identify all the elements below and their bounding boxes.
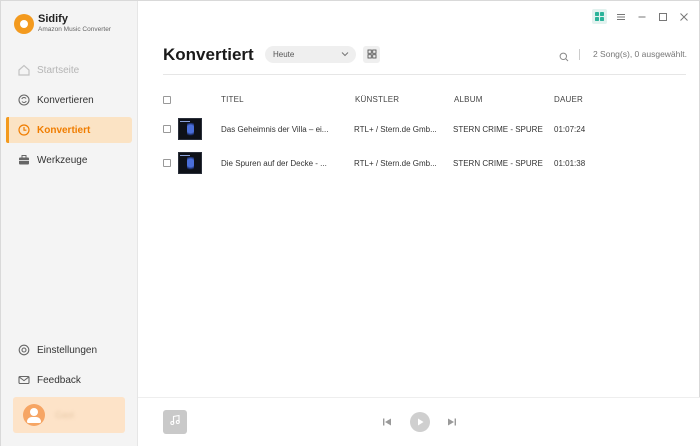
app-subtitle: Amazon Music Converter — [38, 26, 111, 34]
sidebar-item-konvertiert[interactable]: Konvertiert — [6, 117, 132, 143]
sidebar-item-label: Startseite — [37, 64, 80, 76]
sidebar-item-label: Konvertiert — [37, 124, 91, 136]
user-name: Gast — [55, 410, 75, 420]
window-controls — [592, 9, 691, 24]
convert-icon — [18, 94, 30, 106]
sidebar-item-label: Feedback — [37, 374, 81, 386]
chevron-down-icon — [341, 50, 349, 60]
next-track-icon[interactable] — [447, 417, 457, 427]
track-artist: RTL+ / Stern.de Gmb... — [354, 125, 437, 134]
track-album: STERN CRIME - SPURE... — [453, 159, 543, 168]
app-window: Sidify Amazon Music Converter Startseite… — [0, 0, 700, 446]
player-bar — [138, 397, 700, 446]
row-checkbox[interactable] — [163, 125, 171, 133]
track-album: STERN CRIME - SPURE... — [453, 125, 543, 134]
mail-icon — [18, 374, 30, 386]
track-duration: 01:07:24 — [554, 125, 586, 134]
search-icon[interactable] — [559, 49, 569, 67]
date-filter-value: Heute — [273, 50, 295, 59]
close-icon[interactable] — [676, 9, 691, 24]
track-title: Die Spuren auf der Decke - ... — [221, 159, 327, 168]
column-header-duration[interactable]: DAUER — [554, 95, 583, 104]
grid-icon — [367, 46, 377, 64]
minimize-icon[interactable] — [634, 9, 649, 24]
row-checkbox[interactable] — [163, 159, 171, 167]
maximize-icon[interactable] — [655, 9, 670, 24]
menu-icon[interactable] — [613, 9, 628, 24]
user-card[interactable]: Gast — [13, 397, 125, 433]
track-duration: 01:01:38 — [554, 159, 586, 168]
sidebar: Sidify Amazon Music Converter Startseite… — [1, 1, 138, 446]
track-thumbnail — [178, 152, 202, 174]
header-divider — [163, 74, 686, 75]
track-thumbnail — [178, 118, 202, 140]
clock-icon — [18, 124, 30, 136]
gear-icon — [18, 344, 30, 356]
page-title: Konvertiert — [163, 45, 254, 64]
sidebar-item-startseite[interactable]: Startseite — [6, 57, 132, 83]
column-header-artist[interactable]: KÜNSTLER — [355, 95, 399, 104]
sidebar-item-konvertieren[interactable]: Konvertieren — [6, 87, 132, 113]
separator — [579, 49, 580, 60]
sidebar-item-label: Konvertieren — [37, 94, 94, 106]
album-art-placeholder — [163, 410, 187, 434]
sidebar-item-einstellungen[interactable]: Einstellungen — [6, 337, 132, 363]
sidify-logo-icon — [14, 14, 34, 34]
track-title: Das Geheimnis der Villa – ei... — [221, 125, 329, 134]
play-button[interactable] — [410, 412, 430, 432]
sidebar-item-label: Einstellungen — [37, 344, 98, 356]
date-filter-select[interactable]: Heute — [265, 46, 356, 63]
column-header-album[interactable]: ALBUM — [454, 95, 483, 104]
column-header-title[interactable]: TITEL — [221, 95, 244, 104]
previous-track-icon[interactable] — [382, 417, 392, 427]
app-name: Sidify — [38, 13, 68, 26]
track-artist: RTL+ / Stern.de Gmb... — [354, 159, 437, 168]
sidebar-item-feedback[interactable]: Feedback — [6, 367, 132, 393]
sidebar-item-label: Werkzeuge — [37, 154, 88, 166]
selection-count: 2 Song(s), 0 ausgewählt. — [592, 49, 687, 59]
brand: Sidify Amazon Music Converter — [14, 14, 111, 34]
main-panel: Konvertiert Heute 2 Song(s), 0 ausgewähl… — [138, 1, 700, 446]
layout-toggle-button[interactable] — [363, 46, 380, 63]
grid-view-icon[interactable] — [592, 9, 607, 24]
avatar — [23, 404, 45, 426]
select-all-checkbox[interactable] — [163, 96, 171, 104]
music-note-icon — [169, 413, 181, 431]
sidebar-item-werkzeuge[interactable]: Werkzeuge — [6, 147, 132, 173]
home-icon — [18, 64, 30, 76]
toolbox-icon — [18, 154, 30, 166]
